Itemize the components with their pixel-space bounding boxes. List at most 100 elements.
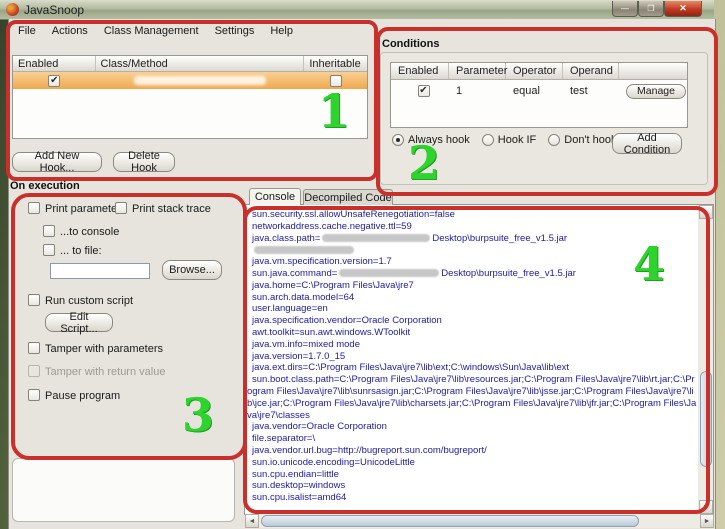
conditions-column-header: Operand [563,63,619,79]
tamper-return-value-checkbox [28,365,40,377]
to-console-checkbox[interactable] [43,225,55,237]
pause-program-checkbox[interactable] [28,389,40,401]
radio-label: Always hook [408,134,470,146]
hooks-table[interactable]: EnabledClass/MethodInheritable ✔ [12,55,368,139]
condition-enabled-checkbox[interactable]: ✔ [418,85,430,97]
hook-enabled-cell: ✔ [13,75,96,87]
hook-table-row[interactable]: ✔ [13,72,367,89]
manage-button[interactable]: Manage [626,84,686,99]
redacted-text [322,234,430,242]
hook-class-method-cell [96,76,305,85]
console-line: sun.arch.data.model=64 [247,292,697,304]
scroll-right-button[interactable]: ► [700,514,714,528]
run-custom-script-checkbox[interactable] [28,294,40,306]
print-stack-trace-label: Print stack trace [132,203,211,215]
conditions-table-header: EnabledParameterOperatorOperand [391,63,687,80]
console-line: java.specification.vendor=Oracle Corpora… [247,315,697,327]
radio-label: Hook IF [498,134,537,146]
menu-item-class-management[interactable]: Class Management [96,24,207,38]
radio-button-icon [392,134,404,146]
menu-item-actions[interactable]: Actions [44,24,96,38]
on-execution-panel: Print parameters Print stack trace ...to… [12,192,240,455]
condition-row[interactable]: ✔1equaltestManage [391,80,687,102]
menu-item-settings[interactable]: Settings [207,24,263,38]
horizontal-scrollbar[interactable]: ◄ ► [245,514,714,528]
tab-console[interactable]: Console [249,188,301,205]
add-condition-button[interactable]: Add Condition [612,133,682,154]
console-line: java.vm.info=mixed mode [247,339,697,351]
hook-inheritable-checkbox[interactable] [330,75,342,87]
hooks-table-header: EnabledClass/MethodInheritable [13,56,367,72]
window-title: JavaSnoop [24,3,84,17]
scroll-down-button[interactable]: ▼ [699,500,713,514]
run-custom-script-label: Run custom script [45,295,133,307]
console-line: java.home=C:\Program Files\Java\jre7 [247,280,697,292]
title-bar[interactable]: JavaSnoop — ❐ ✕ [0,0,714,20]
scroll-left-icon: ◄ [249,518,256,525]
add-new-hook-button[interactable]: Add New Hook... [12,152,102,172]
minimize-icon: — [621,4,629,13]
menu-item-help[interactable]: Help [262,24,301,38]
maximize-button[interactable]: ❐ [638,1,664,17]
hook-inheritable-cell [304,75,367,87]
tamper-parameters-label: Tamper with parameters [45,343,163,355]
radio-always-hook[interactable]: Always hook [392,134,470,146]
redacted-text [339,269,439,277]
app-icon [6,3,19,16]
hooks-column-header: Enabled [13,56,96,71]
scroll-right-icon: ► [704,518,711,525]
print-stack-trace-checkbox[interactable] [115,202,127,214]
console-line: sun.java.command=Desktop\burpsuite_free_… [247,268,697,280]
console-line: file.separator=\ [247,433,697,445]
tab-decompiled-code[interactable]: Decompiled Code [303,189,393,205]
conditions-column-header: Enabled [391,63,449,79]
print-parameters-checkbox[interactable] [28,202,40,214]
delete-hook-button[interactable]: Delete Hook [113,152,175,172]
maximize-icon: ❐ [647,4,654,13]
screenshot-root: JavaSnoop — ❐ ✕ FileActionsClass Managem… [0,0,725,529]
radio-button-icon [548,134,560,146]
scroll-up-button[interactable]: ▲ [699,205,713,219]
redacted-class-method [134,76,266,85]
menu-item-file[interactable]: File [10,24,44,38]
edit-script-button[interactable]: Edit Script... [45,313,113,332]
conditions-column-header [619,63,687,79]
conditions-column-header: Operator [506,63,563,79]
console-line: java.vm.specification.version=1.7 [247,256,697,268]
condition-operator-cell: equal [506,80,563,102]
scroll-up-icon: ▲ [703,209,710,216]
to-file-checkbox[interactable] [43,244,55,256]
console-line: sun.cpu.endian=little [247,469,697,481]
window-controls: — ❐ ✕ [612,1,702,17]
console-output[interactable]: sun.security.ssl.allowUnsafeRenegotiatio… [245,205,698,514]
condition-manage-cell: Manage [619,80,687,102]
vertical-scroll-thumb[interactable] [700,371,712,467]
console-line: java.class.path=Desktop\burpsuite_free_v… [247,233,697,245]
file-path-input[interactable] [50,263,150,279]
console-line: java.vendor=Oracle Corporation [247,421,697,433]
close-button[interactable]: ✕ [664,1,702,17]
minimize-button[interactable]: — [612,1,638,17]
redacted-text [254,246,354,254]
tamper-parameters-checkbox[interactable] [28,342,40,354]
to-console-label: ...to console [60,226,119,238]
tamper-return-value-label: Tamper with return value [45,366,165,378]
hook-enabled-checkbox[interactable]: ✔ [48,75,60,87]
close-icon: ✕ [679,3,687,14]
console-line: sun.io.unicode.encoding=UnicodeLittle [247,457,697,469]
radio-hook-if[interactable]: Hook IF [482,134,537,146]
horizontal-scroll-thumb[interactable] [261,515,639,527]
console-line: sun.cpu.isalist=amd64 [247,492,697,504]
empty-bottom-panel [12,458,235,522]
conditions-table[interactable]: EnabledParameterOperatorOperand ✔1equalt… [390,62,688,128]
hook-mode-radio-group: Always hookHook IFDon't hook IF [392,134,641,146]
console-line: java.vendor.url.bug=http://bugreport.sun… [247,445,697,457]
radio-button-icon [482,134,494,146]
console-line: java.version=1.7.0_15 [247,351,697,363]
browse-button[interactable]: Browse... [162,260,222,280]
console-line: sun.boot.class.path=C:\Program Files\Jav… [247,374,697,421]
pause-program-label: Pause program [45,390,120,402]
to-file-label: ... to file: [60,245,102,257]
scroll-left-button[interactable]: ◄ [245,514,259,528]
vertical-scrollbar[interactable]: ▲ ▼ [699,205,713,514]
